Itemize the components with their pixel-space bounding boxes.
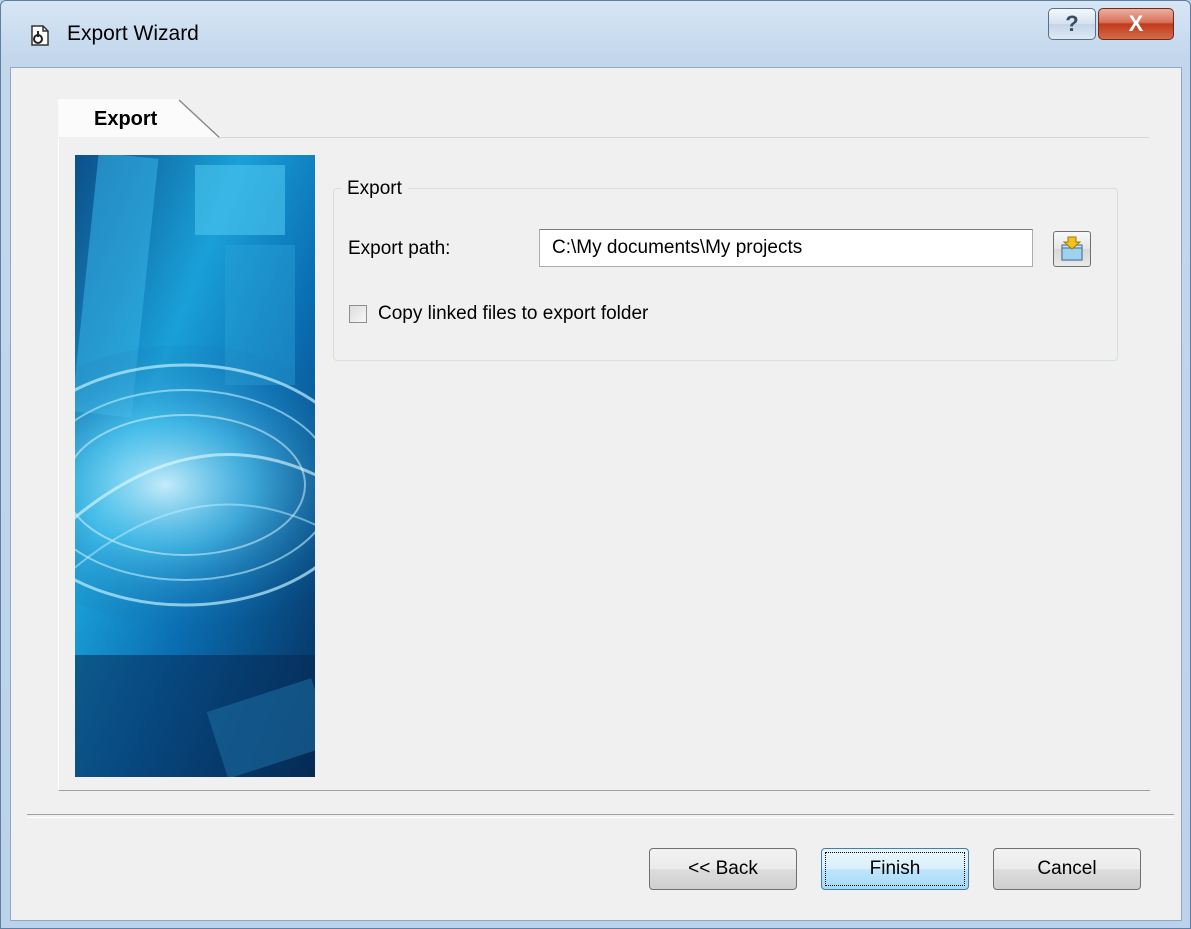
tab-edge: [178, 99, 222, 139]
browse-button[interactable]: [1053, 231, 1091, 267]
copy-linked-files-checkbox[interactable]: [349, 305, 367, 323]
export-wizard-window: Export Wizard ? X Export Export Export p…: [0, 0, 1191, 929]
export-wizard-icon: [31, 25, 49, 46]
export-group-box: [333, 188, 1118, 361]
export-path-input[interactable]: [539, 229, 1033, 267]
finish-button[interactable]: Finish: [821, 848, 969, 890]
tab-export[interactable]: Export: [58, 99, 178, 137]
title-bar[interactable]: Export Wizard ? X: [1, 1, 1190, 67]
copy-linked-files-label[interactable]: Copy linked files to export folder: [378, 303, 648, 325]
tab-export-label: Export: [94, 108, 158, 130]
cancel-button[interactable]: Cancel: [993, 848, 1141, 890]
folder-browse-icon: [1061, 236, 1083, 261]
help-icon: ?: [1065, 11, 1079, 36]
footer-separator: [27, 814, 1174, 818]
back-button[interactable]: << Back: [649, 848, 797, 890]
dialog-client-area: Export Export Export path: C:\My documen…: [10, 67, 1182, 921]
close-icon: X: [1128, 11, 1144, 36]
close-button[interactable]: X: [1098, 8, 1174, 40]
window-title: Export Wizard: [67, 22, 199, 45]
export-path-label: Export path:: [348, 238, 451, 259]
help-button[interactable]: ?: [1048, 8, 1096, 40]
wizard-banner-image: [75, 155, 315, 777]
export-group-title: Export: [341, 178, 408, 200]
